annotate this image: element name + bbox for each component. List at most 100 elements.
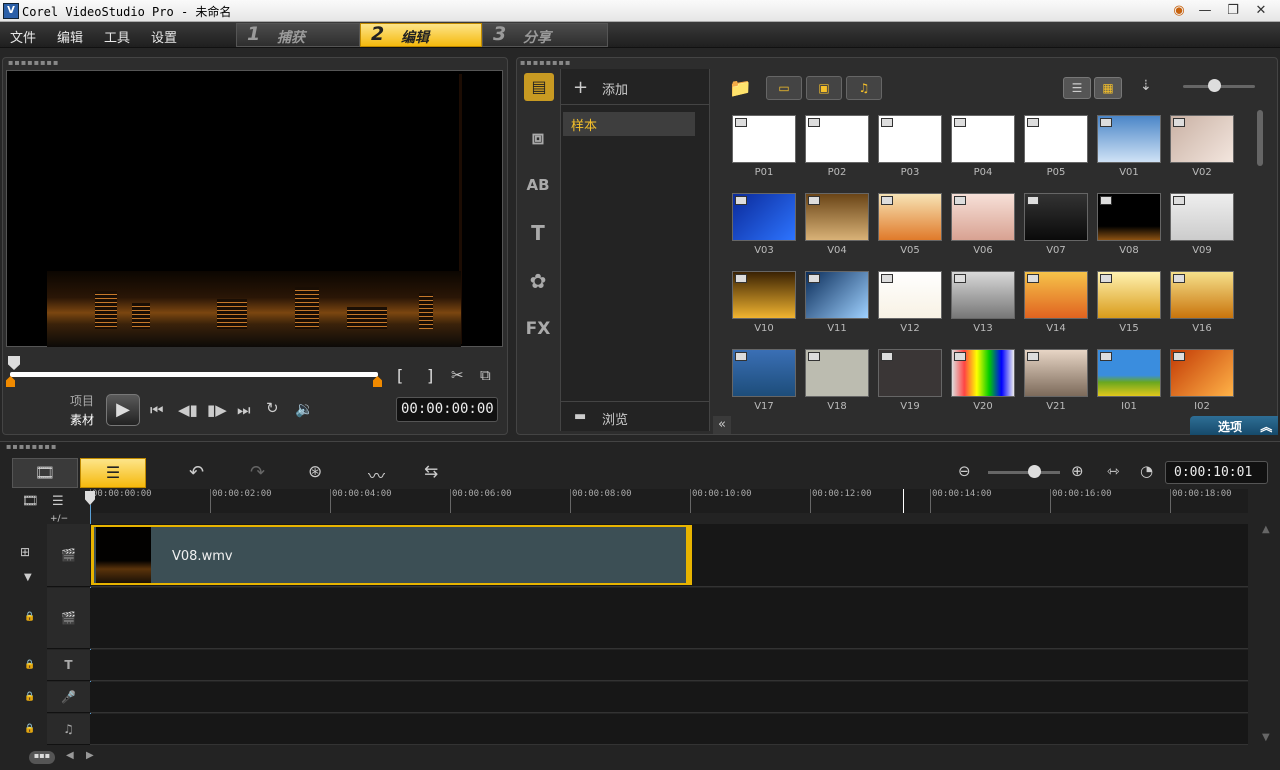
library-thumbnail[interactable]	[1097, 349, 1161, 397]
zoom-slider-handle[interactable]	[1028, 465, 1041, 478]
scissors-icon[interactable]: ✂	[451, 366, 464, 384]
library-thumbnail[interactable]	[951, 115, 1015, 163]
skip-end-icon[interactable]: ⏭	[237, 401, 251, 419]
restore-button[interactable]: ❐	[1220, 2, 1246, 20]
enlarge-icon[interactable]: ⧉	[480, 366, 491, 384]
thumb-size-handle[interactable]	[1208, 79, 1221, 92]
list-view-icon[interactable]: ☰	[1063, 77, 1091, 99]
graphics-tab-icon[interactable]: ✿	[518, 262, 558, 300]
fit-project-icon[interactable]: ⇿	[1107, 462, 1120, 480]
repeat-icon[interactable]: ↻	[266, 399, 279, 417]
video-track-header[interactable]: 🎬	[47, 524, 90, 587]
overlay-track-header[interactable]: 🎬	[47, 588, 90, 649]
library-thumbnail[interactable]	[805, 349, 869, 397]
show-videos-icon[interactable]: ▭	[766, 76, 802, 100]
library-thumbnail[interactable]	[1024, 193, 1088, 241]
thumbnail-view-icon[interactable]: ▦	[1094, 77, 1122, 99]
timeline-options-button[interactable]: ▪▪▪	[29, 751, 55, 764]
music-track-header[interactable]: ♫	[47, 714, 90, 745]
library-thumbnail[interactable]	[1170, 193, 1234, 241]
zoom-slider[interactable]	[988, 471, 1060, 474]
show-photos-icon[interactable]: ▣	[806, 76, 842, 100]
play-button[interactable]: ▶	[106, 394, 140, 426]
browse-icon[interactable]: ▬	[574, 409, 586, 424]
minimize-button[interactable]: —	[1192, 2, 1218, 20]
mark-in-button[interactable]: [	[397, 366, 403, 385]
music-track[interactable]	[90, 714, 1248, 745]
lock-icon[interactable]: 🔒	[24, 660, 35, 670]
title-tab-icon[interactable]: AB	[518, 166, 558, 204]
library-thumbnail[interactable]	[1024, 115, 1088, 163]
library-thumbnail[interactable]	[1170, 115, 1234, 163]
volume-icon[interactable]: 🔉	[295, 400, 314, 418]
title-track[interactable]	[90, 650, 1248, 681]
panel-grip[interactable]: ▪▪▪▪▪▪▪▪	[6, 442, 57, 451]
library-thumbnail[interactable]	[951, 193, 1015, 241]
scrub-bar[interactable]	[10, 372, 378, 377]
library-thumbnail[interactable]	[1170, 271, 1234, 319]
add-icon[interactable]: +	[573, 77, 588, 98]
library-thumbnail[interactable]	[878, 349, 942, 397]
media-tab-icon[interactable]: ▤	[524, 73, 554, 101]
library-thumbnail[interactable]	[1097, 115, 1161, 163]
previous-frame-icon[interactable]: ◀▮	[178, 401, 198, 419]
library-thumbnail[interactable]	[1170, 349, 1234, 397]
voice-track-header[interactable]: 🎤	[47, 682, 90, 713]
add-remove-track-button[interactable]: +/−	[50, 514, 68, 524]
scroll-up-icon[interactable]: ▲	[1262, 524, 1270, 535]
tab-edit[interactable]: 2 编辑	[360, 23, 482, 47]
title-track-header[interactable]: T	[47, 650, 90, 681]
chapter-list-icon[interactable]: ☰	[52, 494, 64, 509]
help-icon[interactable]: ◉	[1166, 2, 1192, 20]
library-thumbnail[interactable]	[1024, 271, 1088, 319]
clip-mode-label[interactable]: 素材	[70, 411, 94, 428]
tab-share[interactable]: 3 分享	[482, 23, 608, 47]
text-tab-icon[interactable]: T	[518, 214, 558, 252]
folder-item-samples[interactable]: 样本	[563, 112, 695, 136]
library-thumbnail[interactable]	[805, 115, 869, 163]
mark-out-button[interactable]: ]	[427, 366, 433, 385]
ripple-edit-icon[interactable]: ⊞	[20, 545, 30, 559]
lock-icon[interactable]: 🔒	[24, 612, 35, 622]
library-thumbnail[interactable]	[1024, 349, 1088, 397]
options-button[interactable]: 选项 ︽	[1190, 416, 1278, 435]
lock-icon[interactable]: 🔒	[24, 724, 35, 734]
timecode-display[interactable]: 00:00:00:00	[396, 397, 498, 422]
panel-grip[interactable]: ▪▪▪▪▪▪▪▪	[520, 58, 571, 67]
library-thumbnail[interactable]	[878, 193, 942, 241]
scroll-left-icon[interactable]: ◀	[66, 750, 74, 761]
library-thumbnail[interactable]	[878, 115, 942, 163]
auto-music-icon[interactable]: ⇆	[424, 462, 438, 482]
library-thumbnail[interactable]	[1097, 193, 1161, 241]
collapse-library-icon[interactable]: «	[713, 416, 731, 434]
filter-tab-icon[interactable]: FX	[518, 310, 558, 348]
storyboard-view-icon[interactable]: 🎞	[12, 458, 78, 488]
voice-track[interactable]	[90, 682, 1248, 713]
library-scrollbar[interactable]	[1257, 110, 1263, 166]
menu-tools[interactable]: 工具	[104, 27, 130, 46]
record-capture-icon[interactable]: ⊛	[308, 462, 322, 482]
library-thumbnail[interactable]	[1097, 271, 1161, 319]
library-thumbnail[interactable]	[732, 115, 796, 163]
library-thumbnail[interactable]	[878, 271, 942, 319]
library-thumbnail[interactable]	[732, 349, 796, 397]
sound-mixer-icon[interactable]: 〰	[368, 462, 385, 487]
sort-icon[interactable]: ⇣	[1140, 78, 1152, 94]
next-frame-icon[interactable]: ▮▶	[207, 401, 227, 419]
transition-tab-icon[interactable]: ⧈	[518, 118, 558, 156]
library-thumbnail[interactable]	[732, 193, 796, 241]
skip-start-icon[interactable]: ⏮	[150, 401, 164, 419]
tab-capture[interactable]: 1 捕获	[236, 23, 360, 47]
track-manager-icon[interactable]: 🎞	[22, 494, 39, 509]
overlay-track[interactable]	[90, 588, 1248, 649]
panel-grip[interactable]: ▪▪▪▪▪▪▪▪	[8, 58, 59, 67]
close-button[interactable]: ✕	[1248, 2, 1274, 20]
chevron-down-icon[interactable]: ▼	[24, 572, 32, 583]
library-thumbnail[interactable]	[732, 271, 796, 319]
folder-icon[interactable]: 📁	[729, 78, 751, 99]
project-mode-label[interactable]: 项目	[70, 392, 94, 409]
menu-edit[interactable]: 编辑	[57, 27, 83, 46]
library-thumbnail[interactable]	[951, 349, 1015, 397]
library-thumbnail[interactable]	[805, 271, 869, 319]
menu-settings[interactable]: 设置	[151, 27, 177, 46]
